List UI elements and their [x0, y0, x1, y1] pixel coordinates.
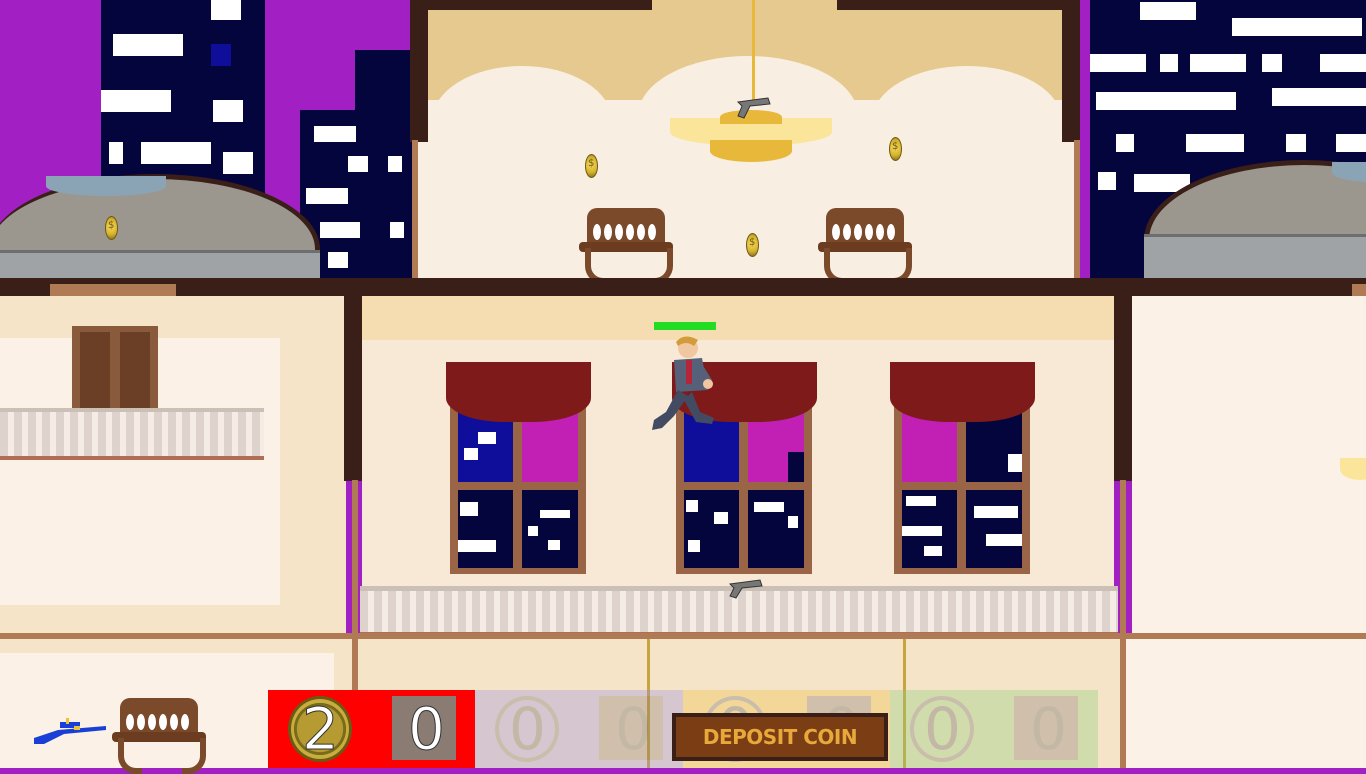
- opponent-deposit-count: 0: [615, 695, 652, 763]
- player-character: [652, 336, 714, 430]
- player-score-panel: 2 0: [268, 690, 475, 768]
- bench: [579, 208, 673, 284]
- window: [890, 362, 1035, 577]
- coin[interactable]: [889, 137, 902, 161]
- dome-left: [0, 174, 320, 324]
- floor-beam: [0, 278, 1366, 296]
- dome-right: [1144, 160, 1366, 320]
- coin-count: 2: [302, 695, 340, 763]
- bench: [818, 208, 912, 284]
- sniper-rifle-icon: [34, 718, 106, 744]
- left-room: [0, 296, 346, 641]
- coin[interactable]: [105, 216, 118, 240]
- opponent-score-panel: 0 0: [890, 690, 1098, 768]
- opponent-coin-count: 0: [924, 695, 961, 763]
- opponent-coin-count: 0: [509, 695, 546, 763]
- chandelier: [670, 0, 832, 172]
- window: [446, 362, 591, 577]
- bench: [112, 698, 206, 774]
- pistol-pickup[interactable]: [726, 574, 766, 600]
- deposit-coin-label: DEPOSIT COIN: [702, 725, 858, 749]
- deposit-count: 0: [408, 695, 446, 763]
- pistol-pickup[interactable]: [734, 92, 774, 120]
- coin[interactable]: [746, 233, 759, 257]
- player-health-bar: [654, 322, 716, 330]
- opponent-deposit-count: 0: [1030, 695, 1067, 763]
- right-room: [1132, 296, 1366, 641]
- opponent-score-panel: 0 0: [475, 690, 683, 768]
- skyscraper-left: [101, 0, 265, 200]
- balcony-railing: [0, 408, 264, 460]
- deposit-coin-button[interactable]: DEPOSIT COIN: [672, 713, 888, 761]
- coin[interactable]: [585, 154, 598, 178]
